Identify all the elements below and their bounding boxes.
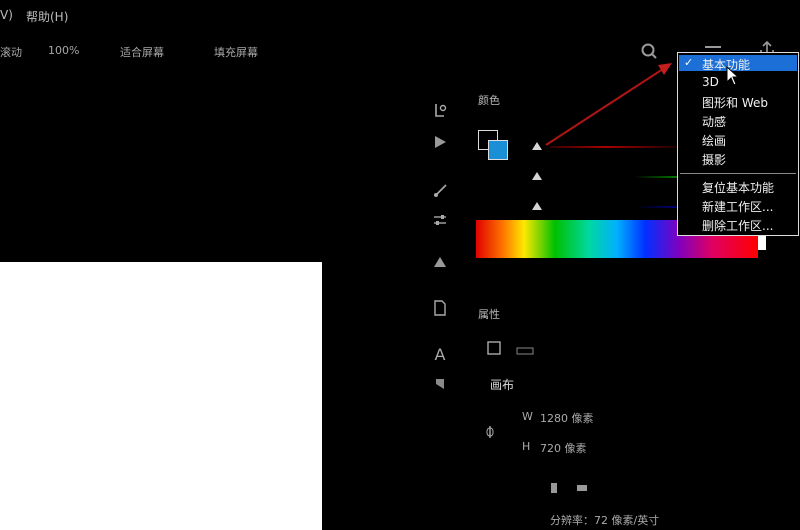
color-panel-title: 颜色: [478, 94, 500, 107]
link-icon[interactable]: [484, 424, 496, 440]
cursor-icon: [726, 65, 740, 86]
scroll-option[interactable]: 滚动: [0, 44, 22, 60]
width-label: W: [522, 410, 533, 423]
paragraph-icon[interactable]: [430, 374, 450, 394]
fill-screen-button[interactable]: 填充屏幕: [214, 44, 258, 60]
workspace-item[interactable]: 绘画: [702, 132, 726, 149]
zoom-field[interactable]: 100%: [48, 44, 79, 57]
canvas-label: 画布: [490, 378, 515, 392]
workspace-action[interactable]: 新建工作区...: [702, 198, 773, 215]
workspace-action[interactable]: 复位基本功能: [702, 179, 774, 196]
properties-panel-title: 属性: [478, 308, 500, 321]
workspace-item[interactable]: 图形和 Web: [702, 94, 768, 111]
menu-help[interactable]: 帮助(H): [26, 8, 68, 25]
portrait-icon[interactable]: [548, 482, 560, 494]
canvas-icon: [516, 344, 534, 355]
workspace-item[interactable]: 动感: [702, 113, 726, 130]
workspace-action[interactable]: 删除工作区...: [702, 217, 773, 234]
height-label: H: [522, 440, 531, 453]
resolution-text: 分辨率：72 像素/英寸: [550, 514, 660, 527]
document-canvas[interactable]: [0, 262, 322, 530]
workspace-item[interactable]: 摄影: [702, 151, 726, 168]
brush-icon[interactable]: [430, 180, 450, 200]
history-icon[interactable]: [430, 100, 450, 120]
document-icon: [486, 340, 504, 356]
text-icon[interactable]: A: [430, 344, 450, 364]
menu-fragment[interactable]: V): [0, 8, 13, 22]
fit-screen-button[interactable]: 适合屏幕: [120, 44, 164, 60]
menu-divider: [680, 173, 796, 174]
slider-handle-icon[interactable]: [532, 172, 542, 180]
triangle-icon[interactable]: [430, 252, 450, 272]
play-icon[interactable]: [430, 132, 450, 152]
background-swatch[interactable]: [488, 140, 508, 160]
landscape-icon[interactable]: [576, 482, 588, 494]
color-slider-g[interactable]: [520, 168, 690, 186]
sliders-icon[interactable]: [430, 210, 450, 230]
workspace-item[interactable]: 3D: [702, 75, 719, 89]
pointer-arrow: [540, 55, 680, 150]
height-field[interactable]: 720 像素: [540, 440, 587, 456]
slider-handle-icon[interactable]: [532, 202, 542, 210]
color-slider-b[interactable]: [520, 198, 690, 216]
spectrum-white-chip[interactable]: [758, 236, 766, 250]
file-icon[interactable]: [430, 298, 450, 318]
check-icon: ✓: [684, 56, 694, 69]
width-field[interactable]: 1280 像素: [540, 410, 594, 426]
